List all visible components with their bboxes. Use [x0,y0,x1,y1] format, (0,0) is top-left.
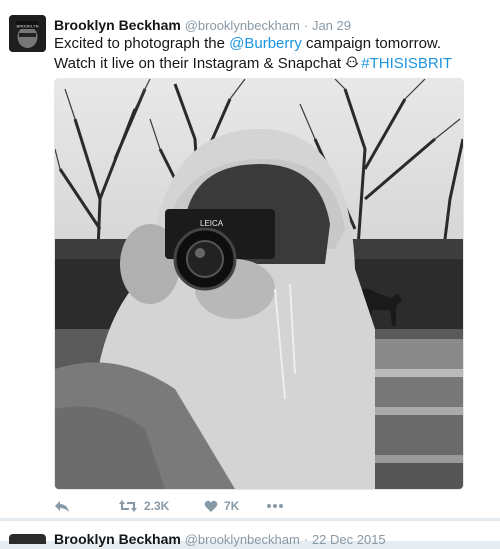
retweet-icon [118,499,138,513]
retweet-button[interactable]: 2.3K [118,499,204,513]
next-tweet-avatar[interactable] [9,534,46,544]
camera-brand-text: LEICA [200,219,224,228]
hashtag-link[interactable]: #THISISBRIT [361,55,452,72]
snapchat-ghost-icon [345,56,359,76]
tweet-header: Brooklyn Beckham @brooklynbeckham · Jan … [54,16,351,35]
like-count: 7K [224,499,240,513]
tweet-date[interactable]: Jan 29 [312,18,351,33]
next-tweet-date[interactable]: 22 Dec 2015 [312,532,386,547]
tweet-text-part1: Excited to photograph the [54,35,230,52]
tweet-card[interactable]: BROOKLYN Brooklyn Beckham @brooklynbeckh… [0,0,500,519]
tweet-text: Excited to photograph the @Burberry camp… [54,34,484,76]
avatar[interactable]: BROOKLYN [9,15,46,52]
reply-button[interactable] [54,499,118,513]
separator: · [303,18,309,33]
tweet-photo[interactable]: LEICA [54,78,464,490]
author-name[interactable]: Brooklyn Beckham [54,17,181,33]
author-handle[interactable]: @brooklynbeckham [185,18,300,33]
heart-icon [204,500,218,513]
retweet-count: 2.3K [144,499,170,513]
next-author-name[interactable]: Brooklyn Beckham [54,531,181,547]
reply-icon [54,499,70,513]
tweet-actions: 2.3K 7K [54,497,284,515]
avatar-logo-text: BROOKLYN [17,24,39,29]
next-author-handle[interactable]: @brooklynbeckham [185,532,300,547]
more-button[interactable] [266,503,284,509]
like-button[interactable]: 7K [204,499,266,513]
next-separator: · [303,532,309,547]
more-dots-icon [266,503,284,509]
mention-link[interactable]: @Burberry [229,35,302,52]
next-tweet-header: Brooklyn Beckham @brooklynbeckham · 22 D… [54,530,386,549]
